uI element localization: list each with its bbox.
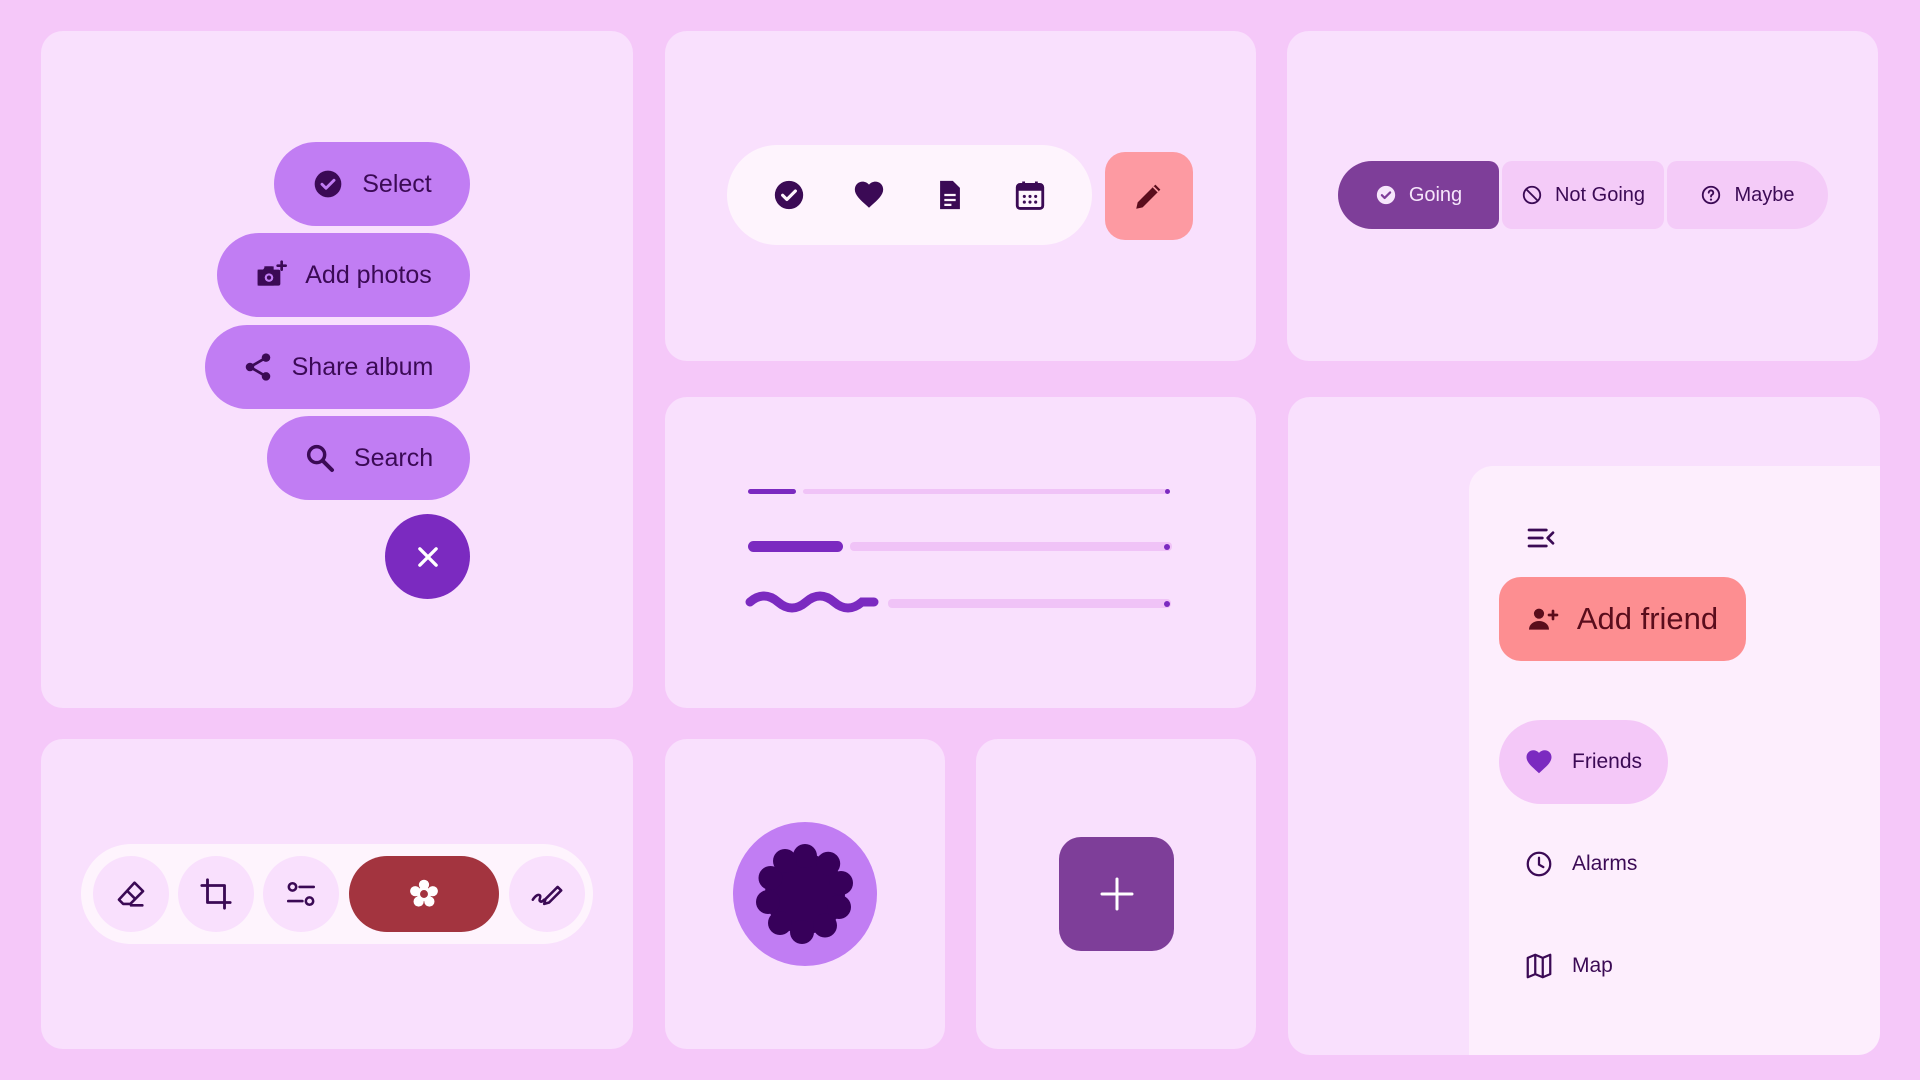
check-circle-icon[interactable] bbox=[772, 178, 806, 212]
segment-going[interactable]: Going bbox=[1338, 161, 1499, 229]
pencil-icon bbox=[1132, 179, 1166, 213]
scalloped-circle-icon bbox=[753, 842, 857, 946]
eraser-button[interactable] bbox=[93, 856, 169, 932]
progress-thick-indicator bbox=[748, 541, 843, 552]
edit-toolbar bbox=[81, 844, 593, 944]
adjust-icon bbox=[284, 877, 318, 911]
progress-thin-stop bbox=[1165, 489, 1170, 494]
heart-icon bbox=[1524, 747, 1554, 777]
select-button[interactable]: Select bbox=[274, 142, 470, 226]
select-label: Select bbox=[362, 169, 432, 198]
share-album-button[interactable]: Share album bbox=[205, 325, 470, 409]
nav-item-friends-label: Friends bbox=[1572, 750, 1643, 773]
search-icon bbox=[304, 442, 336, 474]
segmented-button-card: Going Not Going Maybe bbox=[1287, 31, 1878, 361]
check-circle-icon bbox=[312, 168, 344, 200]
person-add-icon bbox=[1527, 603, 1559, 635]
edit-toolbar-card bbox=[41, 739, 633, 1049]
navigation-card: Add friend Friends Alarms Map bbox=[1288, 397, 1880, 1055]
flower-settings-button[interactable] bbox=[349, 856, 499, 932]
shape-card bbox=[665, 739, 945, 1049]
plus-icon bbox=[1097, 874, 1137, 914]
nav-item-map[interactable]: Map bbox=[1499, 924, 1638, 1008]
fab-menu-card: Select Add photos Share album Search bbox=[41, 31, 633, 708]
adjust-button[interactable] bbox=[263, 856, 339, 932]
search-button[interactable]: Search bbox=[267, 416, 470, 500]
clock-icon bbox=[1524, 849, 1554, 879]
pen-button[interactable] bbox=[509, 856, 585, 932]
add-photos-button[interactable]: Add photos bbox=[217, 233, 470, 317]
progress-indicators-card bbox=[665, 397, 1256, 708]
edit-fab-button[interactable] bbox=[1105, 152, 1193, 240]
help-circle-icon bbox=[1700, 184, 1722, 206]
add-friend-fab[interactable]: Add friend bbox=[1499, 577, 1746, 661]
navigation-rail-expanded: Add friend Friends Alarms Map bbox=[1469, 466, 1880, 1055]
search-label: Search bbox=[353, 443, 434, 472]
floating-toolbar-card bbox=[665, 31, 1256, 361]
map-icon bbox=[1524, 951, 1554, 981]
calendar-icon[interactable] bbox=[1013, 178, 1047, 212]
segment-going-label: Going bbox=[1408, 183, 1463, 206]
eraser-icon bbox=[114, 877, 148, 911]
nav-item-map-label: Map bbox=[1572, 954, 1613, 977]
add-fab-button[interactable] bbox=[1059, 837, 1174, 951]
check-circle-icon bbox=[1375, 184, 1397, 206]
progress-wavy-stop bbox=[1164, 601, 1170, 607]
segment-maybe[interactable]: Maybe bbox=[1667, 161, 1828, 229]
floating-toolbar bbox=[727, 145, 1092, 245]
share-album-label: Share album bbox=[291, 352, 434, 381]
crop-icon bbox=[199, 877, 233, 911]
document-icon[interactable] bbox=[933, 178, 967, 212]
nav-item-alarms-label: Alarms bbox=[1572, 852, 1638, 875]
heart-icon[interactable] bbox=[852, 178, 886, 212]
progress-thick-stop bbox=[1164, 544, 1170, 550]
block-icon bbox=[1521, 184, 1543, 206]
progress-wavy-track bbox=[888, 599, 1171, 608]
menu-collapse-icon[interactable] bbox=[1525, 522, 1557, 554]
add-fab-card bbox=[976, 739, 1256, 1049]
progress-wavy-indicator bbox=[745, 591, 879, 613]
segment-maybe-label: Maybe bbox=[1734, 183, 1795, 206]
pen-icon bbox=[530, 877, 564, 911]
shape-container bbox=[733, 822, 877, 966]
add-photos-label: Add photos bbox=[305, 260, 432, 289]
flower-settings-icon bbox=[407, 877, 441, 911]
close-fab-button[interactable] bbox=[385, 514, 470, 599]
nav-item-friends[interactable]: Friends bbox=[1499, 720, 1668, 804]
segment-not-going-label: Not Going bbox=[1554, 183, 1646, 206]
close-icon bbox=[414, 543, 442, 571]
share-icon bbox=[242, 351, 274, 383]
add-friend-label: Add friend bbox=[1576, 601, 1719, 636]
progress-thin-indicator bbox=[748, 489, 796, 494]
add-photo-icon bbox=[255, 259, 288, 291]
segment-not-going[interactable]: Not Going bbox=[1502, 161, 1664, 229]
progress-thin-track bbox=[803, 489, 1169, 494]
crop-button[interactable] bbox=[178, 856, 254, 932]
progress-thick-track bbox=[850, 542, 1172, 551]
nav-item-alarms[interactable]: Alarms bbox=[1499, 822, 1662, 906]
